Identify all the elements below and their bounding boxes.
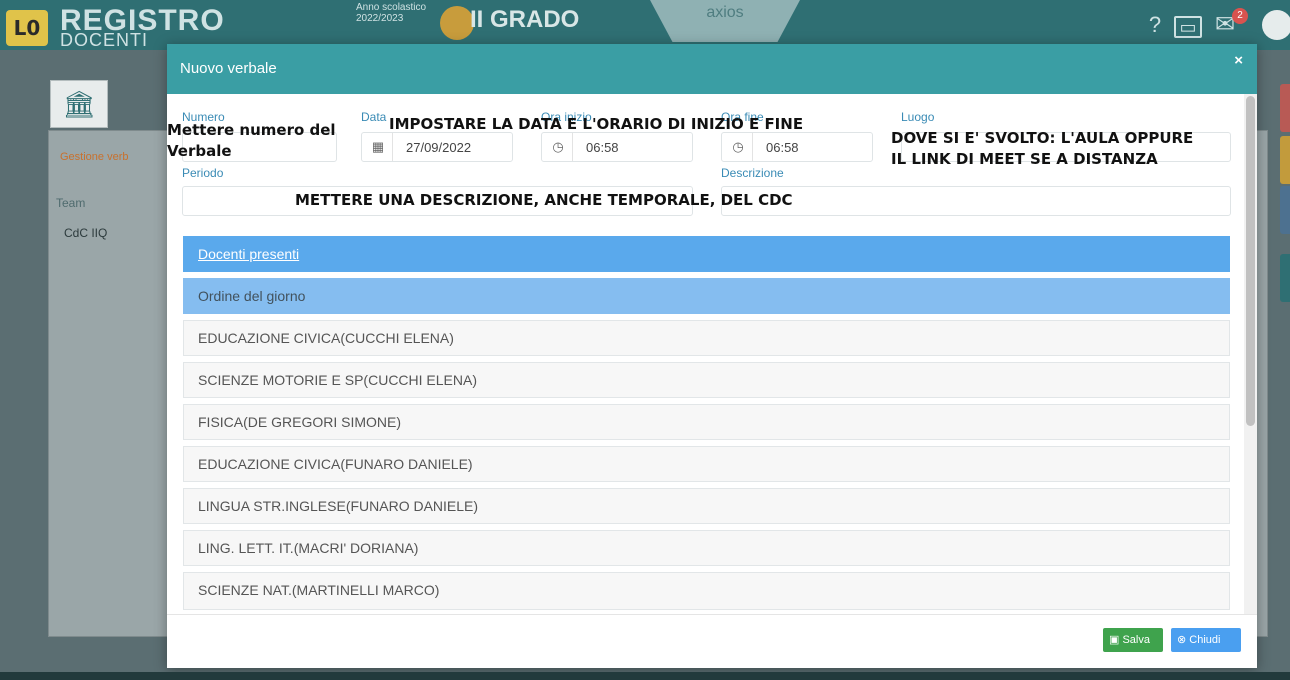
ora-fine-input[interactable]: ◷ 06:58 [721, 132, 873, 162]
calendar-icon: ▦ [371, 139, 385, 154]
list-item[interactable]: EDUCAZIONE CIVICA(CUCCHI ELENA) [183, 320, 1230, 356]
side-button-yellow[interactable] [1280, 136, 1290, 184]
side-button-blue[interactable] [1280, 186, 1290, 234]
avatar[interactable] [1262, 10, 1290, 40]
descrizione-label: Descrizione [721, 166, 784, 180]
annotation-orario: IMPOSTARE LA DATA E L'ORARIO DI INIZIO E… [389, 115, 804, 133]
school-emblem [440, 6, 474, 40]
list-item[interactable]: LINGUA STR.INGLESE(FUNARO DANIELE) [183, 488, 1230, 524]
side-button-red[interactable] [1280, 84, 1290, 132]
close-circle-icon: ⊗ [1177, 634, 1187, 646]
chiudi-label: Chiudi [1189, 634, 1221, 646]
list-item[interactable]: SCIENZE NAT.(MARTINELLI MARCO) [183, 572, 1230, 610]
salva-button[interactable]: ▣ Salva [1103, 628, 1163, 652]
side-button-teal[interactable] [1280, 254, 1290, 302]
help-icon[interactable]: ? [1140, 10, 1170, 40]
salva-label: Salva [1122, 634, 1150, 646]
list-item[interactable]: SCIENZE MOTORIE E SP(CUCCHI ELENA) [183, 362, 1230, 398]
modal-title: Nuovo verbale [180, 60, 277, 77]
list-item[interactable]: FISICA(DE GREGORI SIMONE) [183, 404, 1230, 440]
data-label: Data [361, 110, 387, 124]
list-item[interactable]: LING. LETT. IT.(MACRI' DORIANA) [183, 530, 1230, 566]
bottom-bar [0, 672, 1290, 680]
ora-inizio-value: 06:58 [586, 140, 619, 155]
home-tile[interactable]: 🏛 [50, 80, 108, 128]
team-item[interactable]: CdC IIQ [64, 226, 107, 240]
ora-fine-value: 06:58 [766, 140, 799, 155]
modal-header: Nuovo verbale × [167, 44, 1257, 94]
data-value: 27/09/2022 [406, 140, 472, 155]
annotation-numero: Mettere numero del Verbale [167, 121, 336, 160]
school-year[interactable]: Anno scolastico 2022/2023 [356, 2, 436, 24]
clock-icon: ◷ [732, 139, 744, 154]
annotation-descrizione: METTERE UNA DESCRIZIONE, ANCHE TEMPORALE… [295, 191, 793, 209]
nuovo-verbale-modal: Nuovo verbale × Numero Data Ora inizio O… [167, 44, 1257, 668]
annotation-luogo: DOVE SI E' SVOLTO: L'AULA OPPURE IL LINK… [891, 129, 1194, 168]
ora-inizio-input[interactable]: ◷ 06:58 [541, 132, 693, 162]
data-input[interactable]: ▦ 27/09/2022 [361, 132, 513, 162]
app-logo: L0 [6, 10, 48, 46]
modal-scrollbar[interactable] [1244, 94, 1257, 614]
docenti-presenti-section[interactable]: Docenti presenti [183, 236, 1230, 272]
modal-footer-divider [167, 614, 1257, 615]
close-icon[interactable]: × [1234, 52, 1243, 69]
grade-label: II GRADO [470, 6, 580, 33]
brand-subtitle: DOCENTI [60, 30, 148, 50]
luogo-label: Luogo [901, 110, 935, 124]
list-item[interactable]: EDUCAZIONE CIVICA(FUNARO DANIELE) [183, 446, 1230, 482]
ordine-del-giorno-section[interactable]: Ordine del giorno [183, 278, 1230, 314]
chiudi-button[interactable]: ⊗ Chiudi [1171, 628, 1241, 652]
scrollbar-thumb[interactable] [1246, 96, 1255, 426]
clock-icon: ◷ [552, 139, 564, 154]
id-card-icon[interactable]: ▭ [1174, 16, 1202, 38]
periodo-label: Periodo [182, 166, 224, 180]
team-label: Team [56, 196, 86, 210]
save-icon: ▣ [1109, 634, 1120, 646]
notification-badge: 2 [1232, 8, 1248, 24]
app-header: L0 REGISTRO DOCENTI Anno scolastico 2022… [0, 0, 1290, 50]
axios-tab[interactable]: axios [650, 0, 800, 42]
home-icon: 🏛 [62, 89, 96, 119]
